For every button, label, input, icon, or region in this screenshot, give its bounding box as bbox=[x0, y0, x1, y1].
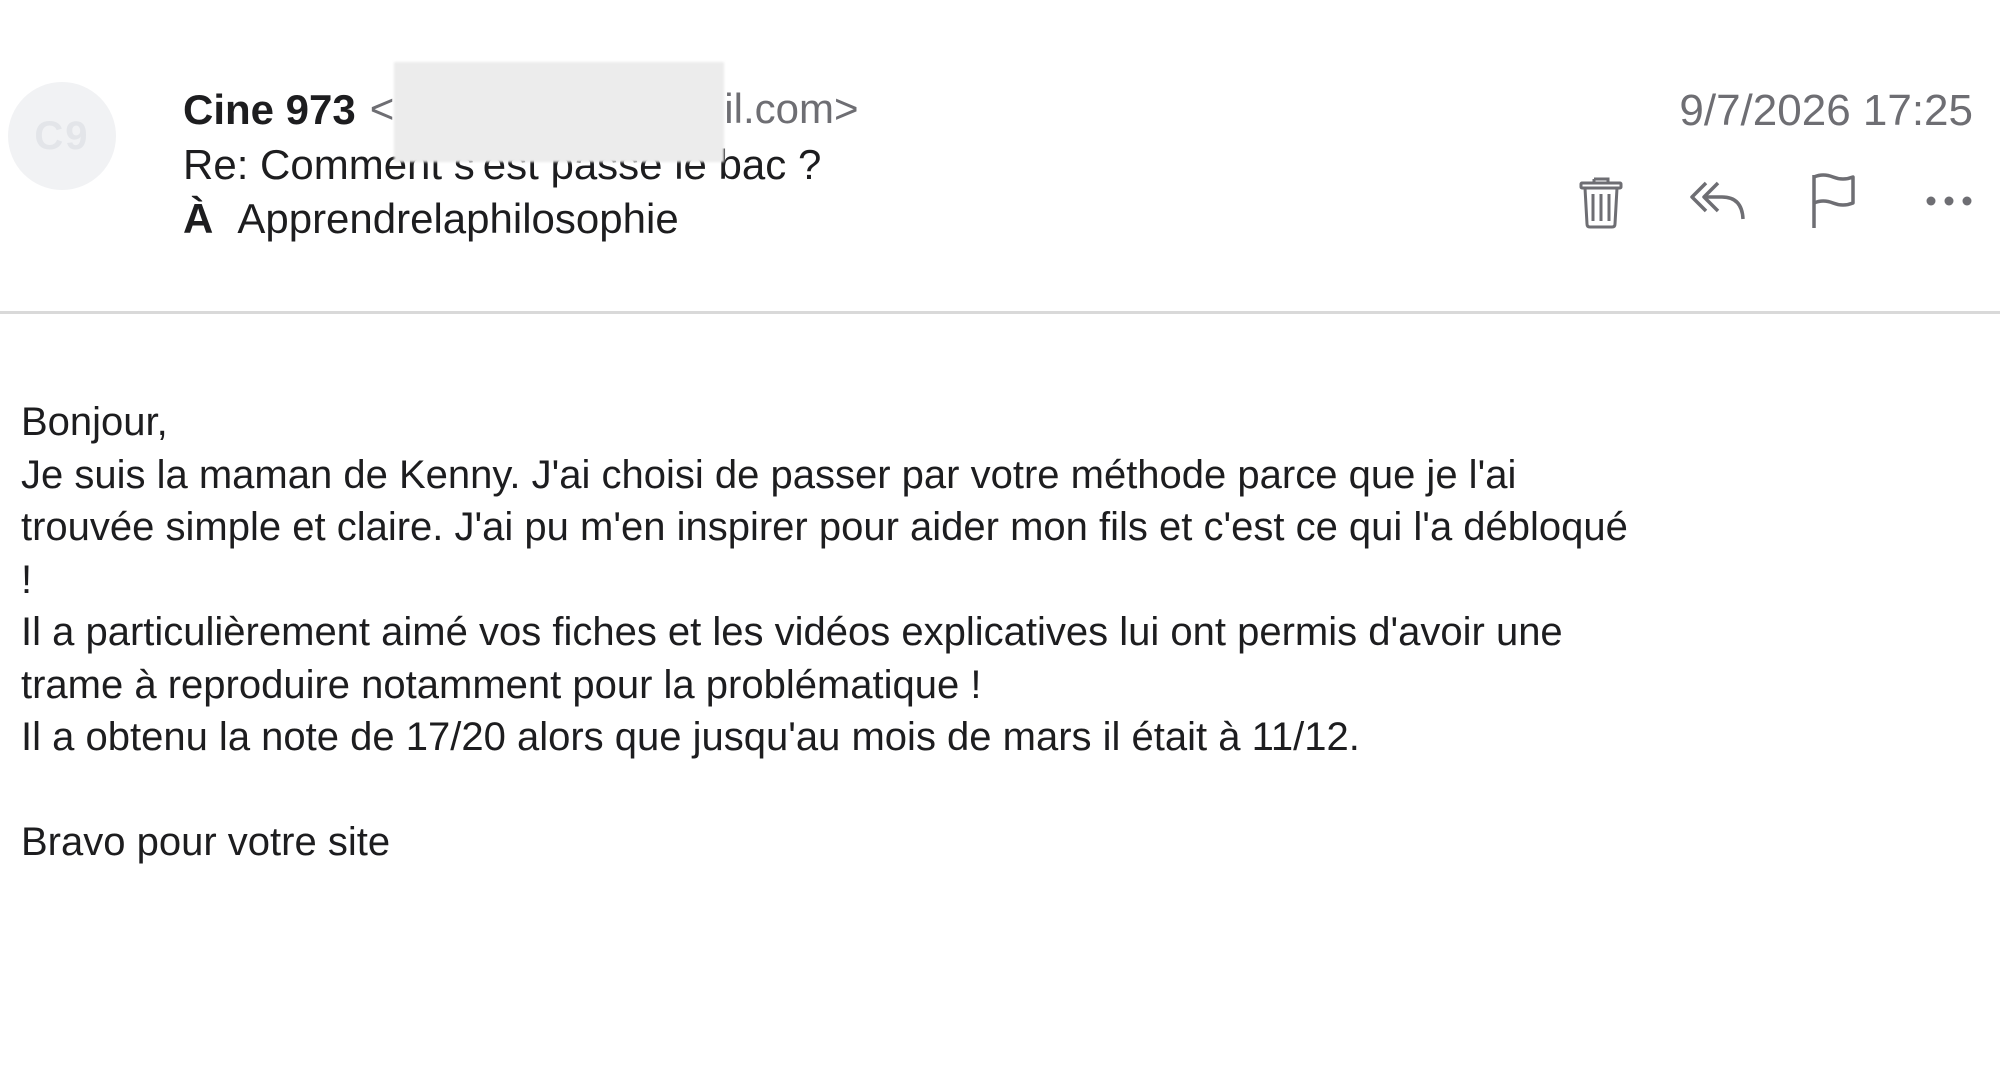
trash-icon bbox=[1579, 177, 1623, 229]
delete-button[interactable] bbox=[1572, 170, 1630, 232]
body-closing: Bravo pour votre site bbox=[21, 820, 391, 864]
sender-email-open: < bbox=[369, 85, 395, 132]
avatar: C9 bbox=[8, 82, 116, 190]
sender-name[interactable]: Cine 973 bbox=[183, 83, 356, 137]
body-greeting: Bonjour, bbox=[21, 400, 168, 444]
email-body: Bonjour, Je suis la maman de Kenny. J'ai… bbox=[21, 396, 1951, 869]
email-viewer: C9 Cine 973 < il.com> Re: Comment s'est p… bbox=[0, 0, 2000, 1080]
more-actions-button[interactable] bbox=[1920, 170, 1978, 232]
sender-email[interactable]: < il.com> bbox=[369, 61, 859, 162]
avatar-initials: C9 bbox=[34, 113, 90, 158]
body-line: Il a obtenu la note de 17/20 alors que j… bbox=[21, 715, 1360, 759]
body-line: trouvée simple et claire. J'ai pu m'en i… bbox=[21, 505, 1628, 549]
body-line: ! bbox=[21, 557, 33, 602]
email-date: 9/7/2026 17:25 bbox=[1679, 86, 1973, 135]
body-line: Il a particulièrement aimé vos fiches et… bbox=[21, 610, 1563, 654]
from-line: Cine 973 < il.com> bbox=[183, 61, 859, 162]
to-label: À bbox=[183, 194, 214, 242]
reply-all-button[interactable] bbox=[1688, 170, 1746, 232]
sender-email-visible: il.com> bbox=[724, 85, 859, 132]
redaction-block bbox=[394, 61, 725, 162]
email-meta: Cine 973 < il.com> Re: Comment s'est pass… bbox=[183, 61, 859, 246]
message-toolbar bbox=[1572, 170, 1978, 232]
more-icon bbox=[1926, 196, 1972, 206]
reply-all-icon bbox=[1690, 181, 1745, 220]
email-header: C9 Cine 973 < il.com> Re: Comment s'est p… bbox=[0, 0, 2000, 314]
body-line: Je suis la maman de Kenny. J'ai choisi d… bbox=[21, 452, 1517, 497]
recipient-line: À Apprendrelaphilosophie bbox=[183, 192, 859, 246]
flag-icon bbox=[1812, 173, 1855, 228]
body-line: trame à reproduire notamment pour la pro… bbox=[21, 662, 982, 707]
recipient-name[interactable]: Apprendrelaphilosophie bbox=[237, 192, 678, 246]
flag-button[interactable] bbox=[1804, 170, 1862, 232]
